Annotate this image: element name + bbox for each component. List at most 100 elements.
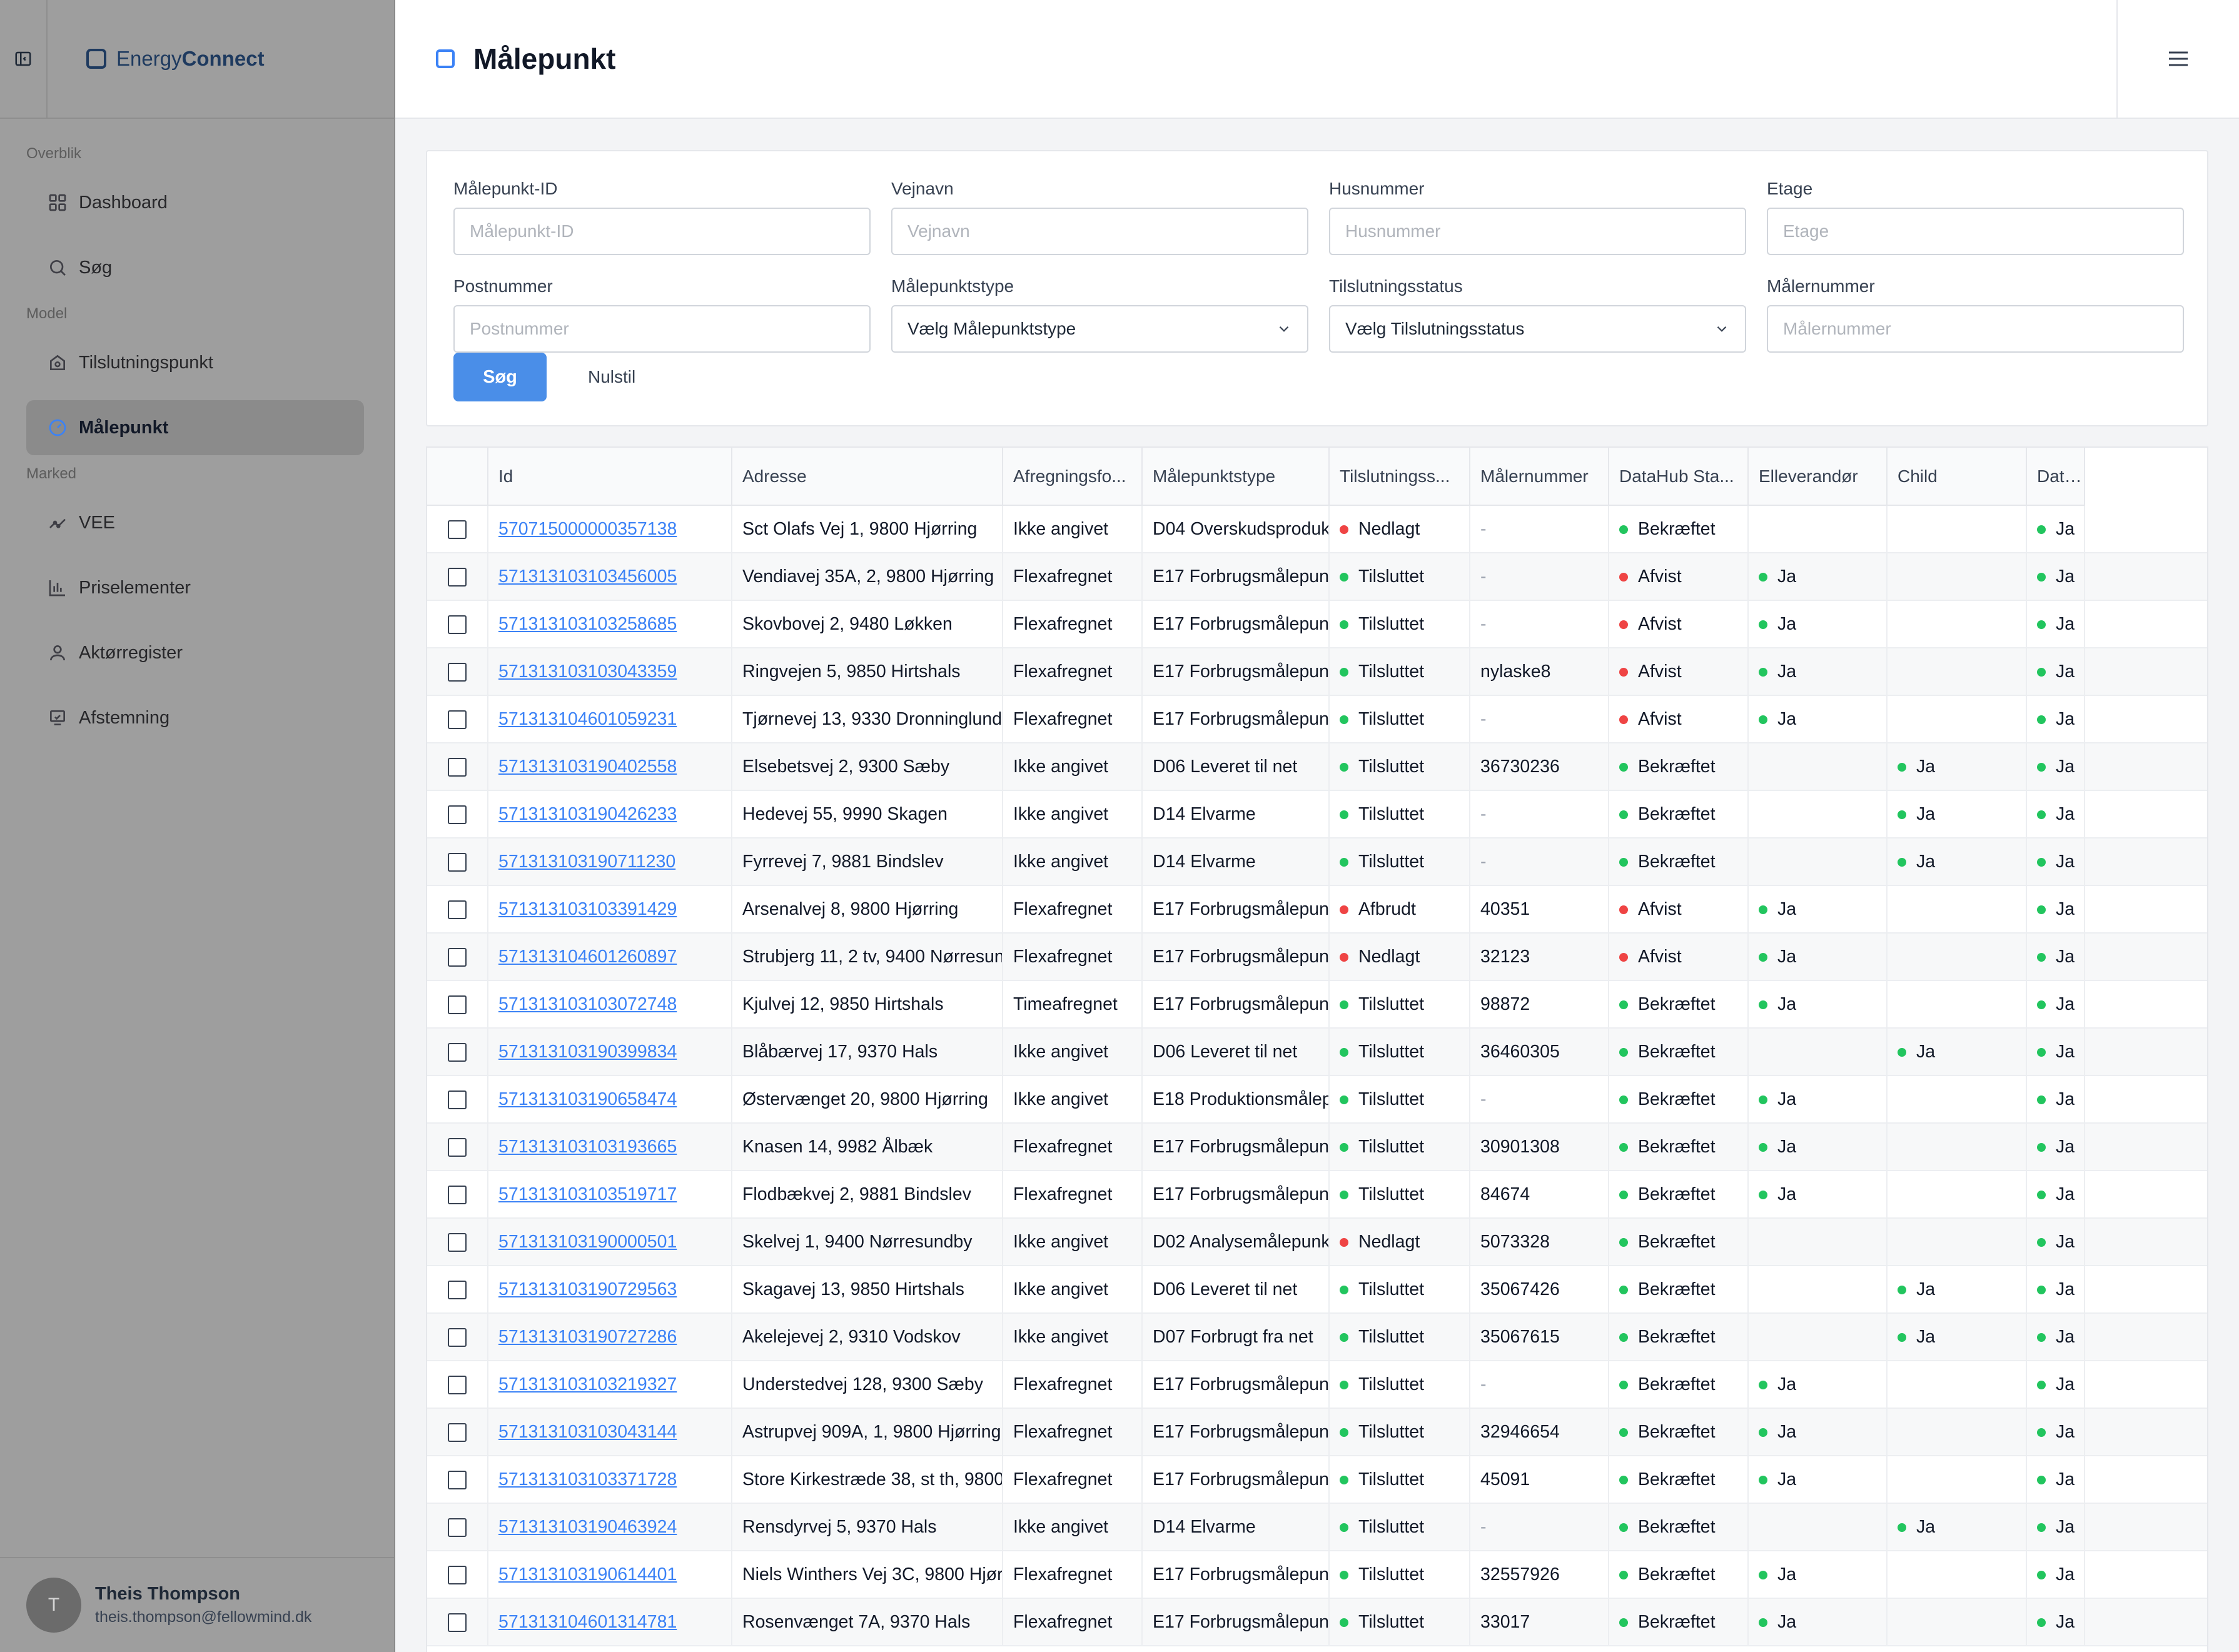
table-row[interactable]: 571313103103043144 Astrupvej 909A, 1, 980… [427,1408,2207,1456]
table-row[interactable]: 571313103190426233 Hedevej 55, 9990 Skage… [427,790,2207,839]
sidebar-item-aktorregister[interactable]: Aktørregister [26,625,364,680]
column-header-tilslutningsstatus[interactable]: Tilslutningss... [1329,448,1470,506]
malepunkt-id-link[interactable]: 571313103103258685 [498,614,677,634]
table-row[interactable]: 571313104601059231 Tjørnevej 13, 9330 Dro… [427,695,2207,743]
malepunkt-id-link[interactable]: 571313103190727286 [498,1327,677,1347]
table-row[interactable]: 571313103190463924 Rensdyrvej 5, 9370 Hal… [427,1503,2207,1551]
malepunkt-id-link[interactable]: 571313103190000501 [498,1232,677,1252]
column-header-elleverandor[interactable]: Elleverandør [1748,448,1888,506]
malepunkt-id-link[interactable]: 571313103103391429 [498,899,677,919]
row-checkbox[interactable] [448,520,467,539]
search-button[interactable]: Søg [453,353,547,401]
row-checkbox[interactable] [448,1185,467,1204]
column-header-afregningsform[interactable]: Afregningsfo... [1003,448,1143,506]
table-row[interactable]: 571313104601260897 Strubjerg 11, 2 tv, 94… [427,933,2207,981]
user-profile[interactable]: T Theis Thompson theis.thompson@fellowmi… [0,1557,394,1652]
malepunkt-id-link[interactable]: 570715000000357138 [498,519,677,539]
table-row[interactable]: 570715000000357138 Sct Olafs Vej 1, 9800 … [427,505,2207,553]
table-row[interactable]: 571313103103193665 Knasen 14, 9982 Ålbæk F… [427,1123,2207,1171]
tilslutningsstatus-select[interactable]: Vælg Tilslutningsstatus [1329,305,1746,353]
malepunkt-id-link[interactable]: 571313104601059231 [498,709,677,729]
malepunkt-id-link[interactable]: 571313103103371728 [498,1469,677,1489]
malepunkt-id-link[interactable]: 571313103103043359 [498,662,677,682]
row-checkbox[interactable] [448,662,467,682]
sidebar-item-malepunkt[interactable]: Målepunkt [26,400,364,455]
sidebar-item-afstemning[interactable]: Afstemning [26,690,364,745]
row-checkbox[interactable] [448,1518,467,1537]
sidebar-item-tilslutningspunkt[interactable]: Tilslutningspunkt [26,335,364,390]
table-row[interactable]: 571313103103391429 Arsenalvej 8, 9800 Hjø… [427,885,2207,934]
malepunkt-id-link[interactable]: 571313103190658474 [498,1089,677,1109]
malepunkt-id-link[interactable]: 571313103190614401 [498,1564,677,1584]
row-checkbox[interactable] [448,1042,467,1062]
sidebar-item-dashboard[interactable]: Dashboard [26,175,364,230]
row-checkbox[interactable] [448,947,467,967]
sidebar-item-priselementer[interactable]: Priselementer [26,560,364,615]
table-row[interactable]: 571313103103371728 Store Kirkestræde 38, … [427,1456,2207,1504]
malepunkt-id-link[interactable]: 571313103190402558 [498,757,677,777]
row-checkbox[interactable] [448,757,467,777]
malepunkt-id-link[interactable]: 571313103190463924 [498,1517,677,1537]
table-row[interactable]: 571313103103519717 Flodbækvej 2, 9881 Bin… [427,1171,2207,1219]
row-checkbox[interactable] [448,1470,467,1489]
sidebar-toggle-button[interactable] [0,0,48,118]
malepunkt-id-link[interactable]: 571313103190729563 [498,1279,677,1299]
table-row[interactable]: 571313103190399834 Blåbærvej 17, 9370 Hal… [427,1028,2207,1076]
etage-input[interactable] [1767,208,2184,255]
row-checkbox[interactable] [448,805,467,824]
row-checkbox[interactable] [448,710,467,729]
malepunkt-id-link[interactable]: 571313103103072748 [498,994,677,1014]
row-checkbox[interactable] [448,1280,467,1299]
row-checkbox[interactable] [448,1232,467,1252]
table-row[interactable]: 571313103190729563 Skagavej 13, 9850 Hirt… [427,1266,2207,1314]
malepunkt-id-link[interactable]: 571313103103193665 [498,1137,677,1157]
malepunkt-id-input[interactable] [453,208,871,255]
sidebar-item-vee[interactable]: VEE [26,495,364,550]
table-row[interactable]: 571313103103043359 Ringvejen 5, 9850 Hirt… [427,648,2207,696]
table-row[interactable]: 571313103103072748 Kjulvej 12, 9850 Hirts… [427,980,2207,1029]
table-row[interactable]: 571313104601314781 Rosenvænget 7A, 9370 H… [427,1598,2207,1646]
brand-logo[interactable]: EnergyConnect [86,47,265,71]
table-row[interactable]: 571313103190614401 Niels Winthers Vej 3C,… [427,1551,2207,1599]
malepunkt-id-link[interactable]: 571313103190399834 [498,1042,677,1062]
malernummer-input[interactable] [1767,305,2184,353]
table-row[interactable]: 571313103190402558 Elsebetsvej 2, 9300 Sæ… [427,743,2207,791]
row-checkbox[interactable] [448,1565,467,1584]
malepunkt-id-link[interactable]: 571313104601260897 [498,947,677,967]
row-checkbox[interactable] [448,900,467,919]
row-checkbox[interactable] [448,615,467,634]
table-row[interactable]: 571313103103456005 Vendiavej 35A, 2, 9800… [427,553,2207,601]
row-checkbox[interactable] [448,1375,467,1394]
column-header-malepunktstype[interactable]: Målepunktstype [1142,448,1330,506]
vejnavn-input[interactable] [891,208,1308,255]
table-row[interactable]: 571313103190711230 Fyrrevej 7, 9881 Binds… [427,838,2207,886]
row-checkbox[interactable] [448,1137,467,1157]
husnummer-input[interactable] [1329,208,1746,255]
row-checkbox[interactable] [448,852,467,872]
malepunkt-id-link[interactable]: 571313103103519717 [498,1184,677,1204]
column-header-adresse[interactable]: Adresse [732,448,1003,506]
column-header-datahub-status[interactable]: DataHub Sta... [1609,448,1749,506]
menu-button[interactable] [2116,0,2239,118]
table-row[interactable]: 571313103190658474 Østervænget 20, 9800 H… [427,1075,2207,1124]
malepunkt-id-link[interactable]: 571313103103043144 [498,1422,677,1442]
malepunkt-id-link[interactable]: 571313103190711230 [498,852,675,872]
postnummer-input[interactable] [453,305,871,353]
column-header-child[interactable]: Child [1887,448,2027,506]
row-checkbox[interactable] [448,1327,467,1347]
row-checkbox[interactable] [448,1090,467,1109]
table-row[interactable]: 571313103190727286 Akelejevej 2, 9310 Vod… [427,1313,2207,1361]
malepunktstype-select[interactable]: Vælg Målepunktstype [891,305,1308,353]
row-checkbox[interactable] [448,1423,467,1442]
malepunkt-id-link[interactable]: 571313103103219327 [498,1374,677,1394]
row-checkbox[interactable] [448,567,467,587]
malepunkt-id-link[interactable]: 571313103190426233 [498,804,677,824]
table-row[interactable]: 571313103190000501 Skelvej 1, 9400 Nørres… [427,1218,2207,1266]
malepunkt-id-link[interactable]: 571313103103456005 [498,567,677,587]
sidebar-item-sog[interactable]: Søg [26,240,364,295]
row-checkbox[interactable] [448,1613,467,1632]
malepunkt-id-link[interactable]: 571313104601314781 [498,1612,677,1632]
reset-button[interactable]: Nulstil [588,367,635,387]
column-header-id[interactable]: Id [488,448,732,506]
column-header-malernummer[interactable]: Målernummer [1470,448,1609,506]
